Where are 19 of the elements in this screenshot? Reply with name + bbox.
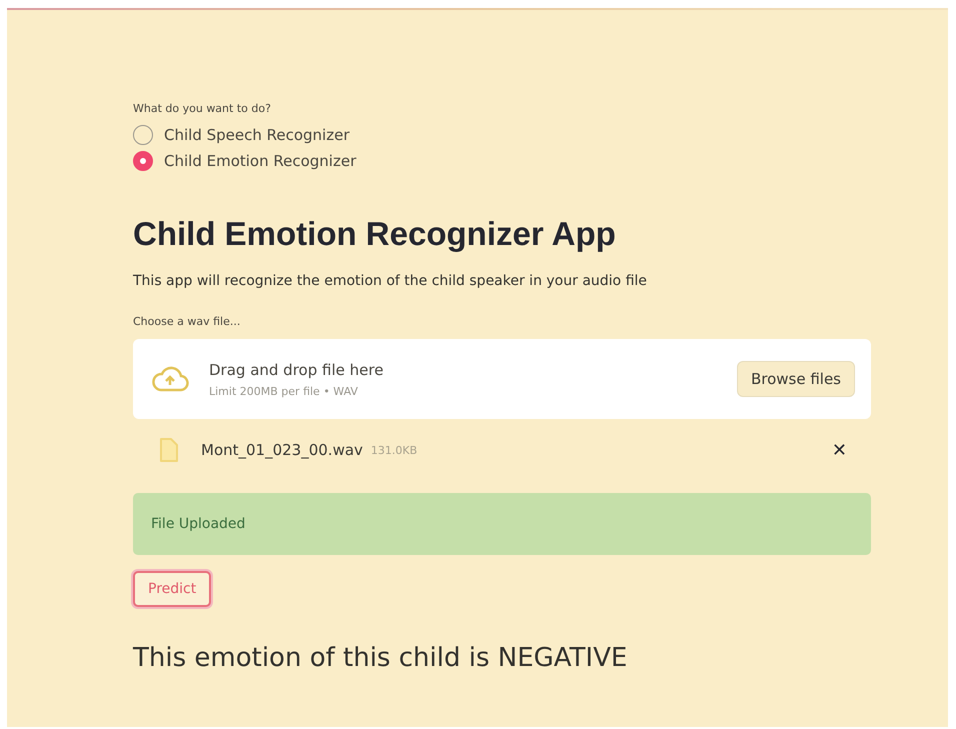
cloud-upload-icon bbox=[151, 365, 189, 393]
drop-zone[interactable]: Drag and drop file here Limit 200MB per file • WAV Browse files bbox=[133, 339, 871, 419]
radio-group-label: What do you want to do? bbox=[133, 102, 272, 115]
browse-files-button[interactable]: Browse files bbox=[736, 361, 855, 397]
radio-label[interactable]: Child Emotion Recognizer bbox=[164, 152, 356, 170]
radio-button[interactable] bbox=[133, 125, 153, 145]
limit-text: Limit 200MB per file • WAV bbox=[209, 384, 359, 398]
result-text: This emotion of this child is NEGATIVE bbox=[133, 643, 628, 673]
radio-label[interactable]: Child Speech Recognizer bbox=[164, 126, 350, 144]
file-icon bbox=[159, 437, 179, 463]
description-text: This app will recognize the emotion of the child speaker in your audio file bbox=[133, 273, 648, 289]
success-alert: File Uploaded bbox=[133, 493, 871, 555]
radio-button[interactable] bbox=[133, 151, 153, 171]
uploader-label: Choose a wav file... bbox=[133, 315, 242, 328]
file-name: Mont_01_023_00.wav bbox=[201, 441, 363, 459]
close-button[interactable]: ✕ bbox=[826, 438, 853, 462]
page-title: Child Emotion Recognizer App bbox=[133, 215, 617, 253]
file-size: 131.0KB bbox=[370, 444, 418, 456]
drop-text: Drag and drop file here bbox=[209, 360, 384, 378]
